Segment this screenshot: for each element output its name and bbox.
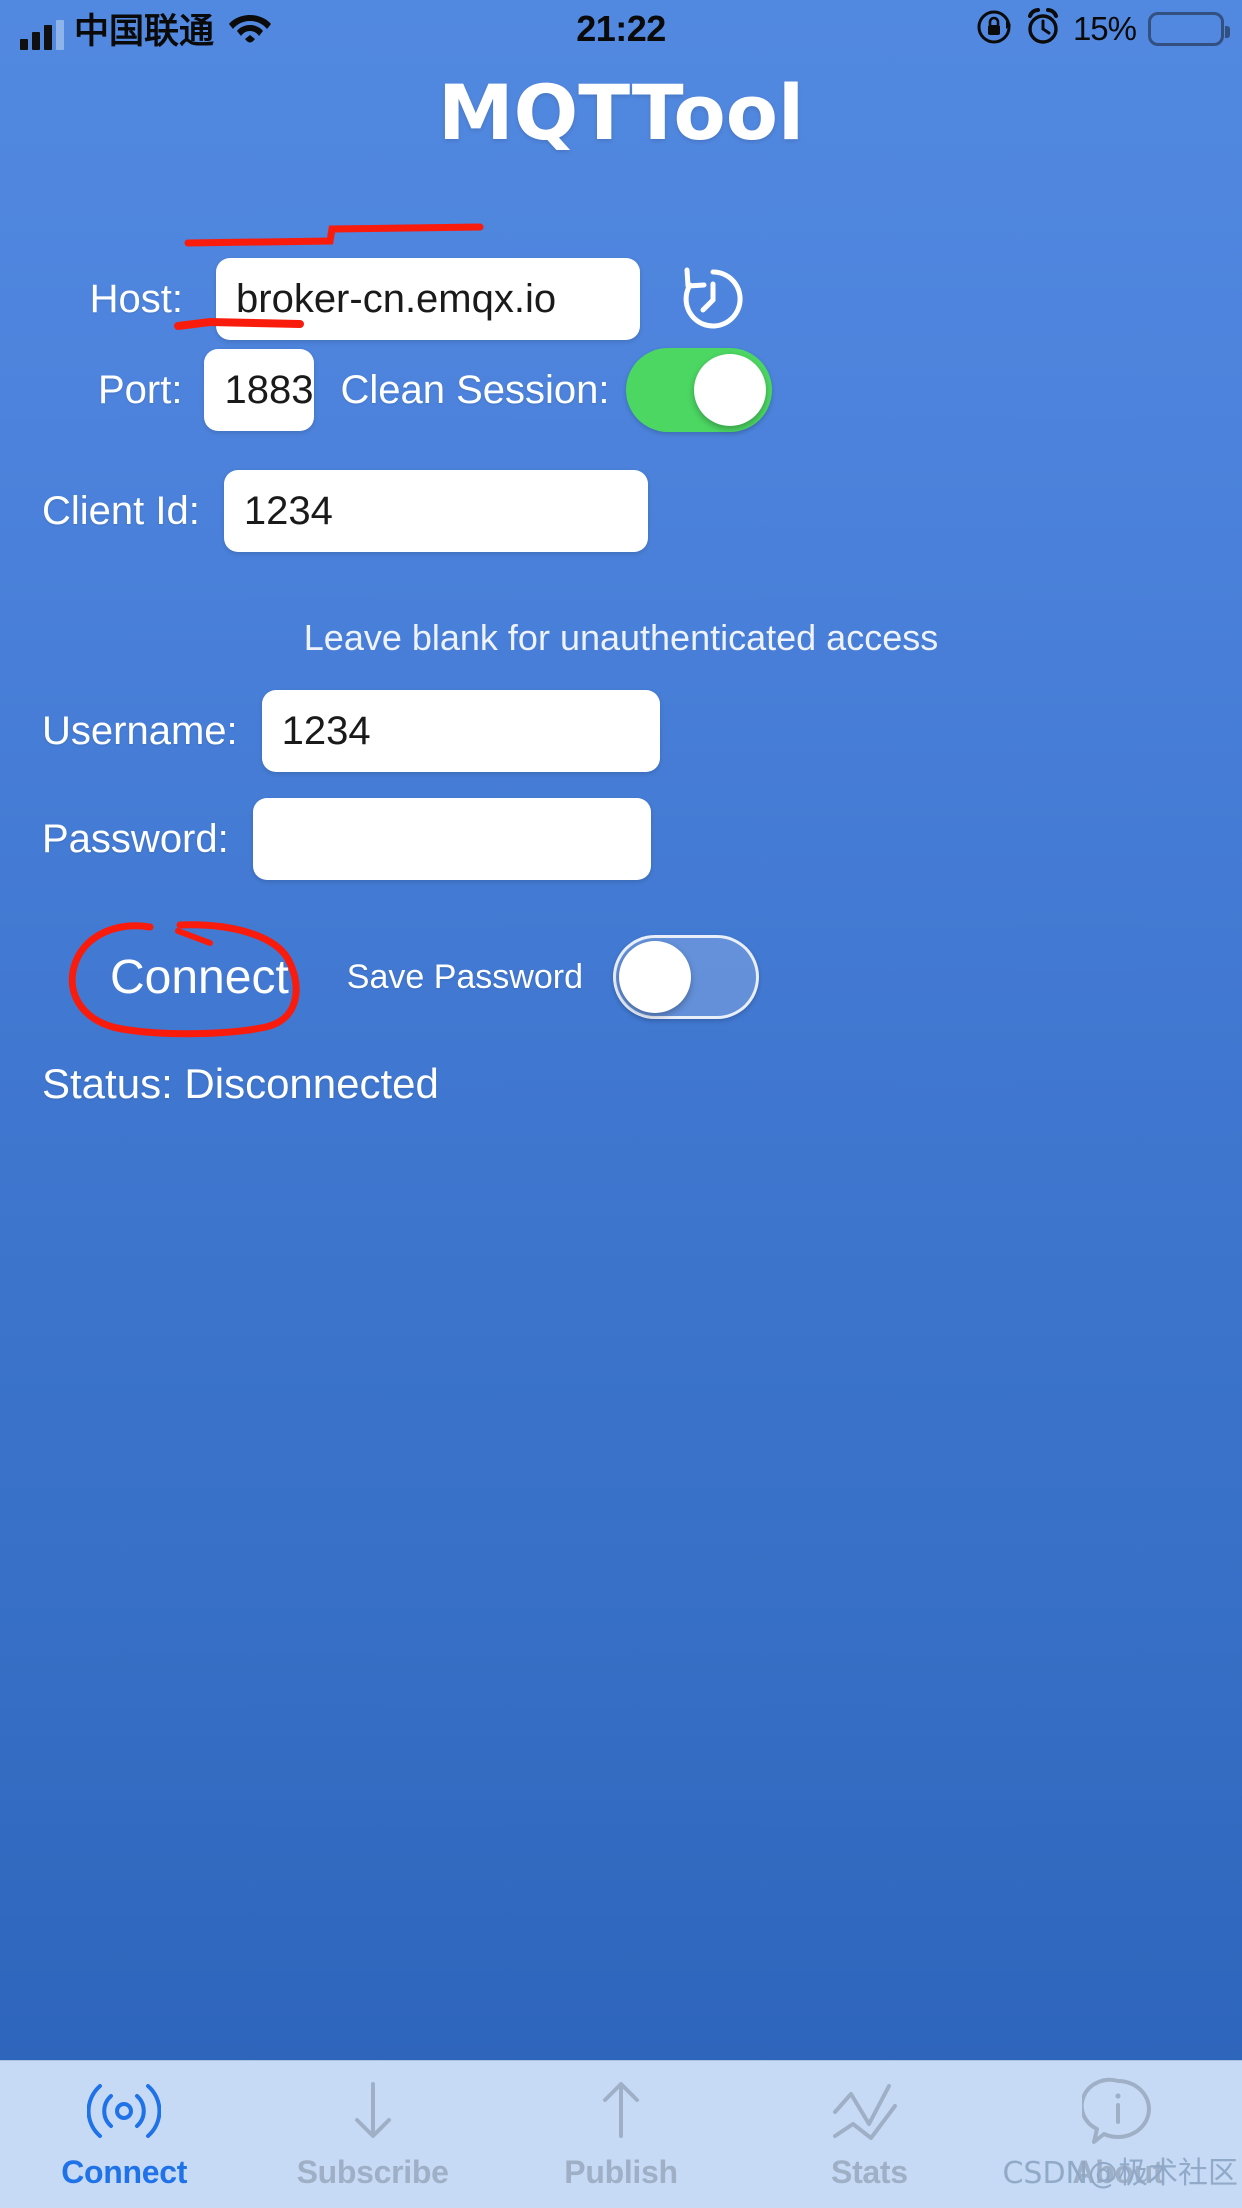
clean-session-label: Clean Session:	[340, 367, 610, 412]
clean-session-toggle[interactable]	[625, 348, 772, 432]
broadcast-signal-icon	[87, 2078, 162, 2144]
tab-stats[interactable]: Stats	[745, 2061, 993, 2208]
port-input[interactable]: 1883	[204, 349, 315, 431]
tab-publish[interactable]: Publish	[497, 2061, 745, 2208]
tab-label: Publish	[564, 2154, 678, 2190]
toggle-knob	[693, 354, 766, 426]
password-row: Password:	[42, 798, 651, 880]
save-password-label: Save Password	[346, 957, 584, 996]
password-label: Password:	[42, 816, 229, 861]
tab-subscribe[interactable]: Subscribe	[248, 2061, 496, 2208]
client-id-row: Client Id: 1234	[42, 470, 648, 552]
password-input[interactable]	[252, 798, 651, 880]
connect-row: Connect Save Password	[100, 935, 760, 1019]
client-id-input[interactable]: 1234	[223, 470, 648, 552]
app-title: MQTTool	[437, 68, 805, 157]
host-row: Host: broker-cn.emqx.io	[88, 258, 750, 340]
connection-status-text: Status: Disconnected	[42, 1060, 439, 1107]
info-bubble-icon	[1081, 2077, 1154, 2144]
status-bar: 中国联通 21:22 15%	[0, 0, 1242, 58]
tab-connect[interactable]: Connect	[0, 2061, 248, 2208]
history-clock-icon[interactable]	[676, 262, 750, 336]
host-underline-annotation	[184, 223, 484, 247]
tab-label: Subscribe	[296, 2154, 449, 2190]
tab-label: Stats	[831, 2154, 908, 2190]
username-row: Username: 1234	[42, 690, 660, 772]
watermark-text: CSDN@极术社区	[1002, 2156, 1238, 2191]
line-chart-icon	[829, 2078, 909, 2144]
bottom-tab-bar: Connect Subscribe Publish Stats About CS…	[0, 2060, 1242, 2208]
connect-button[interactable]: Connect	[100, 944, 299, 1011]
username-input[interactable]: 1234	[261, 690, 660, 772]
status-bar-clock: 21:22	[576, 8, 666, 49]
host-label: Host:	[89, 276, 183, 321]
port-label: Port:	[98, 367, 183, 412]
toggle-knob	[619, 941, 692, 1013]
host-input[interactable]: broker-cn.emqx.io	[216, 258, 640, 340]
auth-hint-text: Leave blank for unauthenticated access	[303, 617, 939, 658]
tab-label: Connect	[61, 2154, 188, 2190]
arrow-up-icon	[591, 2078, 651, 2144]
port-row: Port: 1883 Clean Session:	[98, 348, 772, 432]
client-id-label: Client Id:	[42, 488, 200, 533]
save-password-toggle[interactable]	[613, 935, 760, 1019]
username-label: Username:	[42, 708, 238, 753]
battery-icon	[1148, 12, 1230, 46]
arrow-down-icon	[343, 2078, 403, 2144]
